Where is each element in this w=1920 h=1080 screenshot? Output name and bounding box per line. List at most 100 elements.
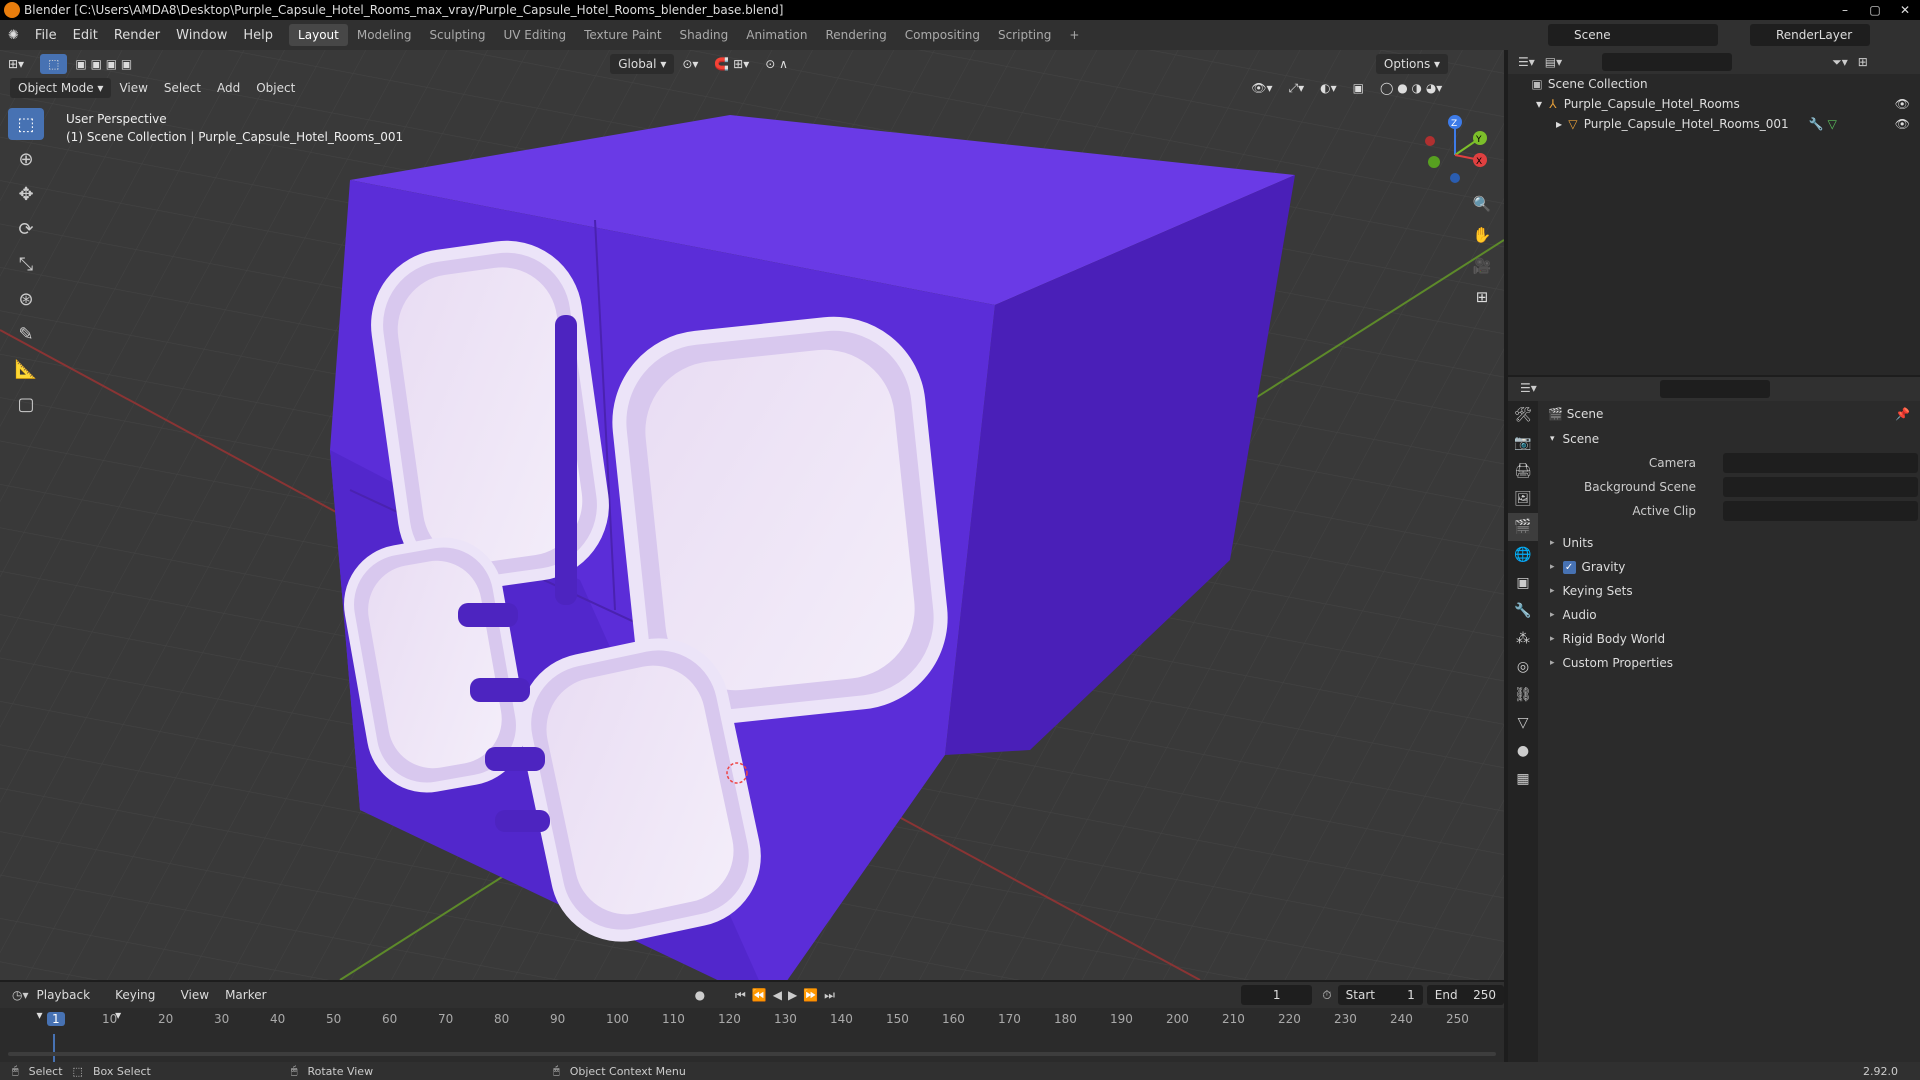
tab-texture-paint[interactable]: Texture Paint xyxy=(575,24,670,46)
new-collection-icon[interactable]: ⊞ xyxy=(1858,55,1868,69)
timeline-editor-icon[interactable]: ◷▾ xyxy=(12,988,29,1002)
gravity-checkbox[interactable]: ✓ xyxy=(1562,560,1576,574)
mode-select[interactable]: Object Mode ▾ xyxy=(10,78,112,98)
scene-panel-header[interactable]: ▾ Scene xyxy=(1538,427,1920,451)
background-scene-field[interactable] xyxy=(1723,477,1918,497)
menu-add[interactable]: Add xyxy=(209,81,248,95)
visibility-icon[interactable]: 👁▾ xyxy=(1243,81,1280,95)
select-tool-icon[interactable]: ⬚ xyxy=(40,54,68,74)
display-mode-icon[interactable]: ▤▾ xyxy=(1545,55,1562,69)
pivot-icon[interactable]: ⊙▾ xyxy=(674,57,706,71)
keying-menu[interactable]: Keying ▾ xyxy=(107,985,173,1022)
move-icon[interactable]: ✥ xyxy=(8,178,44,210)
add-workspace-icon[interactable]: + xyxy=(1060,24,1088,46)
render-tab-icon[interactable]: 📷 xyxy=(1508,429,1538,457)
menu-edit[interactable]: Edit xyxy=(65,28,106,43)
physics-tab-icon[interactable]: ◎ xyxy=(1508,653,1538,681)
proportional-edit-icon[interactable]: ⊙ ∧ xyxy=(757,57,796,71)
timeline-ruler[interactable]: 1 10 20 30 40 50 60 70 80 90 100 110 120 130 140 150 16… xyxy=(0,1008,1504,1034)
tab-scripting[interactable]: Scripting xyxy=(989,24,1060,46)
tool-tab-icon[interactable]: 🛠 xyxy=(1508,401,1538,429)
add-cube-icon[interactable]: ▢ xyxy=(8,388,44,420)
playback-controls[interactable]: ⏮⏪◀▶⏩⏭ xyxy=(735,988,841,1003)
tab-uv-editing[interactable]: UV Editing xyxy=(494,24,575,46)
menu-view[interactable]: View xyxy=(111,81,155,95)
select-box-icon[interactable]: ⬚ xyxy=(8,108,44,140)
xray-icon[interactable]: ▣ xyxy=(1345,81,1372,95)
texture-tab-icon[interactable]: ▦ xyxy=(1508,765,1538,793)
menu-object[interactable]: Object xyxy=(248,81,303,95)
visibility-eye-icon[interactable]: 👁 xyxy=(1895,97,1910,111)
record-icon[interactable]: ● xyxy=(695,988,705,1002)
zoom-icon[interactable]: 🔍 xyxy=(1468,190,1496,218)
ortho-grid-icon[interactable]: ⊞ xyxy=(1468,283,1496,311)
filter-icon[interactable]: ⏷▾ xyxy=(1832,55,1848,70)
tab-modeling[interactable]: Modeling xyxy=(348,24,421,46)
transform-orientation-select[interactable]: Global ▾ xyxy=(610,54,675,74)
scale-icon[interactable]: ⤡ xyxy=(8,248,44,280)
object-tab-icon[interactable]: ▣ xyxy=(1508,569,1538,597)
world-tab-icon[interactable]: 🌐 xyxy=(1508,541,1538,569)
rotate-icon[interactable]: ⟳ xyxy=(8,213,44,245)
gizmo-toggle-icon[interactable]: ⤢▾ xyxy=(1281,81,1313,96)
subpanel-keying-sets[interactable]: ▸ Keying Sets xyxy=(1538,579,1920,603)
tab-layout[interactable]: Layout xyxy=(289,24,348,46)
tab-animation[interactable]: Animation xyxy=(737,24,816,46)
select-mode-icons[interactable]: ▣ ▣ ▣ ▣ xyxy=(67,57,140,71)
snap-icon[interactable]: 🧲 ⊞▾ xyxy=(706,57,757,71)
outliner-item[interactable]: ▾ ⅄ Purple_Capsule_Hotel_Rooms 👁 xyxy=(1508,94,1920,114)
annotate-icon[interactable]: ✎ xyxy=(8,318,44,350)
menu-help[interactable]: Help xyxy=(235,28,281,43)
timeline-view-menu[interactable]: View xyxy=(173,985,217,1005)
output-tab-icon[interactable]: 🖨 xyxy=(1508,457,1538,485)
properties-search-input[interactable] xyxy=(1660,380,1770,398)
data-tab-icon[interactable]: ▽ xyxy=(1508,709,1538,737)
subpanel-custom-properties[interactable]: ▸ Custom Properties xyxy=(1538,651,1920,675)
particles-tab-icon[interactable]: ⁂ xyxy=(1508,625,1538,653)
cursor-icon[interactable]: ⊕ xyxy=(8,143,44,175)
close-icon[interactable]: ✕ xyxy=(1890,0,1920,20)
subpanel-gravity[interactable]: ▸ ✓ Gravity xyxy=(1538,555,1920,579)
material-tab-icon[interactable]: ● xyxy=(1508,737,1538,765)
constraints-tab-icon[interactable]: ⛓ xyxy=(1508,681,1538,709)
minimize-icon[interactable]: – xyxy=(1830,0,1860,20)
active-clip-field[interactable] xyxy=(1723,501,1918,521)
view-layer-tab-icon[interactable]: 🖼 xyxy=(1508,485,1538,513)
subpanel-units[interactable]: ▸ Units xyxy=(1538,531,1920,555)
subpanel-rigid-body-world[interactable]: ▸ Rigid Body World xyxy=(1538,627,1920,651)
playback-menu[interactable]: Playback ▾ xyxy=(29,985,108,1022)
start-frame-field[interactable]: Start 1 xyxy=(1337,985,1423,1005)
pan-hand-icon[interactable]: ✋ xyxy=(1468,221,1496,249)
subpanel-audio[interactable]: ▸ Audio xyxy=(1538,603,1920,627)
tab-compositing[interactable]: Compositing xyxy=(896,24,989,46)
current-frame-field[interactable]: 1 xyxy=(1241,985,1313,1005)
expand-icon[interactable]: ▸ xyxy=(1556,117,1562,131)
camera-field[interactable] xyxy=(1723,453,1918,473)
maximize-icon[interactable]: ▢ xyxy=(1860,0,1890,20)
shading-modes-icon[interactable]: ◯ ● ◑ ◕▾ xyxy=(1372,81,1450,95)
render-layer-selector[interactable]: RenderLayer xyxy=(1750,24,1870,46)
expand-icon[interactable]: ▾ xyxy=(1536,97,1542,111)
outliner-scene-collection[interactable]: ▣ Scene Collection xyxy=(1508,74,1920,94)
playhead[interactable] xyxy=(53,1034,55,1062)
modifier-tab-icon[interactable]: 🔧 xyxy=(1508,597,1538,625)
outliner-editor-icon[interactable]: ☰▾ xyxy=(1518,55,1535,69)
stopwatch-icon[interactable]: ⏱ xyxy=(1322,988,1331,1003)
menu-file[interactable]: File xyxy=(27,28,65,43)
visibility-eye-icon[interactable]: 👁 xyxy=(1895,117,1910,131)
timeline-scrollbar[interactable] xyxy=(8,1052,1496,1056)
tab-shading[interactable]: Shading xyxy=(671,24,738,46)
tab-rendering[interactable]: Rendering xyxy=(816,24,895,46)
properties-editor-icon[interactable]: ☰▾ xyxy=(1520,381,1537,395)
scene-tab-icon[interactable]: 🎬 xyxy=(1508,513,1538,541)
3d-viewport[interactable]: Z Y X ⊞▾ ⬚ ▣ ▣ ▣ ▣ Global ▾ ⊙▾ 🧲 ⊞▾ ⊙ ∧ … xyxy=(0,50,1504,980)
camera-view-icon[interactable]: 🎥 xyxy=(1468,252,1496,280)
menu-render[interactable]: Render xyxy=(106,28,168,43)
pin-icon[interactable]: 📌 xyxy=(1895,407,1910,421)
transform-icon[interactable]: ⊛ xyxy=(8,283,44,315)
blender-menu-icon[interactable]: ✺ xyxy=(0,28,27,43)
menu-select[interactable]: Select xyxy=(156,81,209,95)
options-button[interactable]: Options ▾ xyxy=(1375,54,1449,74)
overlay-toggle-icon[interactable]: ◐▾ xyxy=(1312,81,1345,95)
measure-icon[interactable]: 📐 xyxy=(8,353,44,385)
